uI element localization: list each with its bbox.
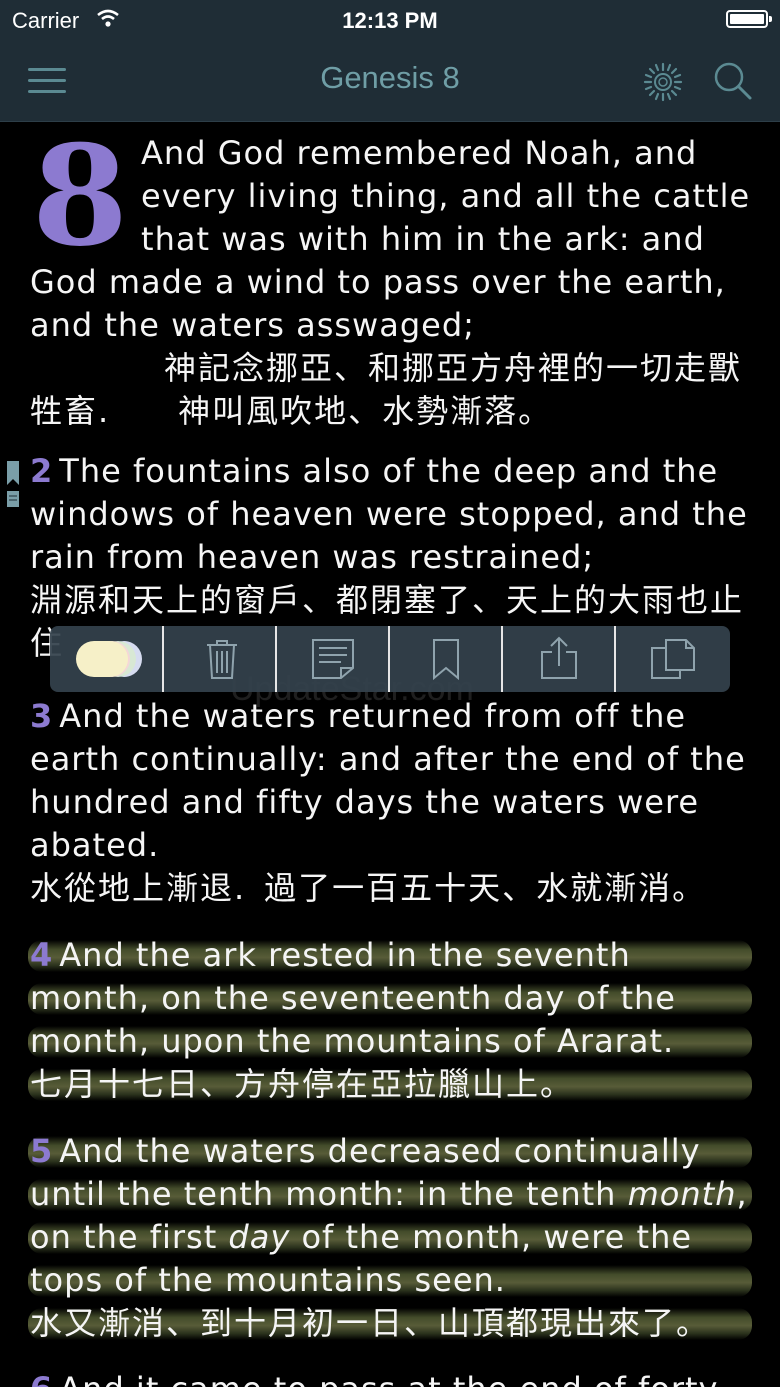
verse-1[interactable]: 8 And God remembered Noah, and every liv… xyxy=(30,122,760,433)
verse-text: And the waters returned from off the ear… xyxy=(30,697,746,864)
copy-icon xyxy=(651,639,695,679)
note-marker-icon[interactable] xyxy=(6,490,22,512)
verse-3[interactable]: 3 And the waters returned from off the ea… xyxy=(30,695,760,910)
verse-text: And the ark rested in the seventh month,… xyxy=(30,936,676,1060)
verse-text: And the waters decreased continually unt… xyxy=(30,1132,701,1213)
verse-chinese: 神記念挪亞、和挪亞方舟裡的一切走獸 xyxy=(164,349,743,387)
chapter-content[interactable]: 8 And God remembered Noah, and every liv… xyxy=(0,122,780,1387)
verse-chinese: 水從地上漸退. 過了一百五十天、水就漸消。 xyxy=(30,869,707,907)
status-bar: Carrier 12:13 PM xyxy=(0,0,780,40)
verse-chinese: 水又漸消、到十月初一日、山頂都現出來了。 xyxy=(30,1304,711,1342)
share-button[interactable] xyxy=(503,626,615,692)
verse-italic: day xyxy=(228,1218,291,1256)
delete-button[interactable] xyxy=(164,626,276,692)
trash-icon xyxy=(207,640,237,679)
search-icon[interactable] xyxy=(710,58,754,102)
verse-number: 2 xyxy=(30,452,54,490)
verse-chinese: 淵源和天上的窗戶、都閉塞了、天上的大雨也止 xyxy=(30,581,745,619)
verse-number: 5 xyxy=(30,1132,54,1170)
note-icon xyxy=(312,639,354,679)
verse-text: And it came to pass at the end of forty xyxy=(59,1370,718,1387)
chapter-dropcap: 8 xyxy=(32,122,130,277)
share-icon xyxy=(541,636,577,679)
verse-6[interactable]: 6 And it came to pass at the end of forty xyxy=(30,1368,760,1387)
bookmark-button[interactable] xyxy=(390,626,502,692)
bookmark-icon xyxy=(433,639,459,680)
verse-text: And God remembered Noah, and every livin… xyxy=(30,134,751,344)
verse-number: 4 xyxy=(30,936,54,974)
clock: 12:13 PM xyxy=(342,8,438,33)
copy-button[interactable] xyxy=(616,626,728,692)
brightness-icon[interactable] xyxy=(641,60,685,104)
verse-number: 6 xyxy=(30,1370,53,1387)
verse-number: 3 xyxy=(30,697,54,735)
verse-4[interactable]: 4 And the ark rested in the seventh month… xyxy=(30,934,760,1106)
verse-action-toolbar xyxy=(50,626,730,692)
verse-chinese: 牲畜. 神叫風吹地、水勢漸落。 xyxy=(30,392,553,430)
battery-icon xyxy=(726,10,772,28)
verse-5[interactable]: 5 And the waters decreased continually un… xyxy=(30,1130,760,1345)
color-picker-button[interactable] xyxy=(50,626,162,692)
note-button[interactable] xyxy=(277,626,389,692)
verse-italic: month xyxy=(627,1175,737,1213)
nav-bar: Genesis 8 xyxy=(0,40,780,122)
bookmark-marker-icon[interactable] xyxy=(6,460,22,490)
verse-chinese: 七月十七日、方舟停在亞拉臘山上。 xyxy=(30,1065,575,1103)
verse-text: The fountains also of the deep and the w… xyxy=(30,452,748,576)
highlight-color-icon xyxy=(76,641,142,677)
